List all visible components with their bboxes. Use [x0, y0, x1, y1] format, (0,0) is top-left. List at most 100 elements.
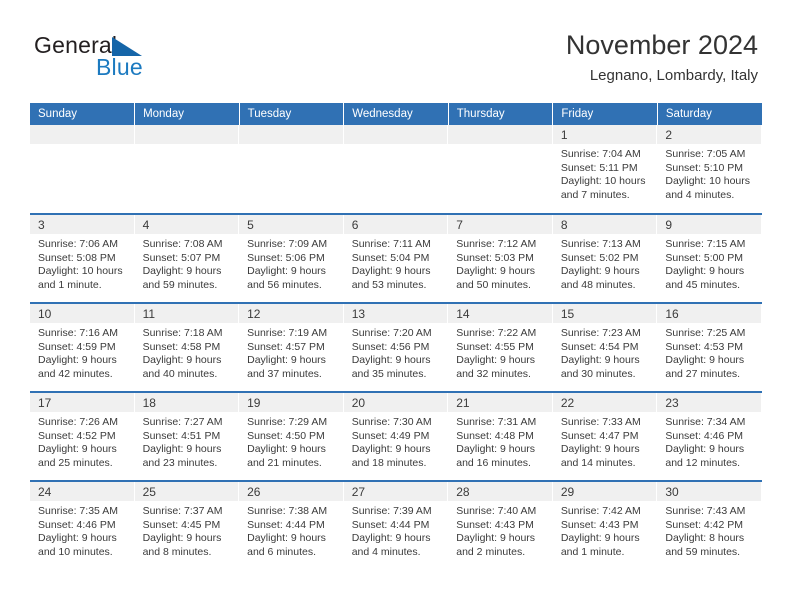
sunrise-time: Sunrise: 7:37 AM	[142, 505, 223, 517]
day-cell-inner: 24 Sunrise: 7:35 AM Sunset: 4:46 PM Dayligh…	[30, 482, 135, 570]
calendar-week-row: 24 Sunrise: 7:35 AM Sunset: 4:46 PM Dayligh…	[30, 480, 762, 570]
daylight-duration-line1: Daylight: 9 hours	[142, 354, 222, 367]
calendar-day-cell[interactable]: 25 Sunrise: 7:37 AM Sunset: 4:45 PM Dayligh…	[134, 480, 240, 570]
calendar-day-cell[interactable]: 4 Sunrise: 7:08 AM Sunset: 5:07 PM Daylight…	[134, 213, 240, 303]
calendar-day-cell[interactable]: 24 Sunrise: 7:35 AM Sunset: 4:46 PM Dayligh…	[30, 480, 135, 570]
calendar-day-cell[interactable]: 18 Sunrise: 7:27 AM Sunset: 4:51 PM Dayligh…	[134, 391, 240, 481]
sunrise-time: Sunrise: 7:19 AM	[247, 327, 328, 339]
sunset-time: Sunset: 4:48 PM	[456, 429, 534, 442]
daylight-duration-line2: and 6 minutes.	[247, 545, 317, 558]
calendar-day-cell[interactable]: 22 Sunrise: 7:33 AM Sunset: 4:47 PM Dayligh…	[552, 391, 658, 481]
day-number	[448, 125, 552, 144]
daylight-duration-line1: Daylight: 10 hours	[560, 175, 646, 188]
sunrise-time: Sunrise: 7:25 AM	[665, 327, 746, 339]
day-cell-inner: 29 Sunrise: 7:42 AM Sunset: 4:43 PM Dayligh…	[552, 482, 658, 570]
calendar-day-cell[interactable]: 12 Sunrise: 7:19 AM Sunset: 4:57 PM Dayligh…	[239, 302, 344, 392]
calendar-day-cell[interactable]: 20 Sunrise: 7:30 AM Sunset: 4:49 PM Dayligh…	[343, 391, 449, 481]
day-cell-details: Sunrise: 7:27 AM Sunset: 4:51 PM Daylight:…	[135, 412, 239, 470]
day-cell-details: Sunrise: 7:31 AM Sunset: 4:48 PM Daylight:…	[448, 412, 552, 470]
sunset-time: Sunset: 5:11 PM	[560, 161, 638, 174]
calendar-day-cell[interactable]: 30 Sunrise: 7:43 AM Sunset: 4:42 PM Dayligh…	[657, 480, 762, 570]
daylight-duration-line1: Daylight: 9 hours	[560, 443, 640, 456]
calendar-day-cell[interactable]: 14 Sunrise: 7:22 AM Sunset: 4:55 PM Dayligh…	[448, 302, 553, 392]
daylight-duration-line1: Daylight: 8 hours	[665, 532, 745, 545]
daylight-duration-line1: Daylight: 10 hours	[665, 175, 751, 188]
daylight-duration-line1: Daylight: 9 hours	[351, 532, 431, 545]
day-number: 17	[30, 393, 134, 412]
daylight-duration-line1: Daylight: 9 hours	[142, 443, 222, 456]
day-number: 2	[657, 125, 761, 144]
calendar-day-cell[interactable]: 6 Sunrise: 7:11 AM Sunset: 5:04 PM Daylight…	[343, 213, 449, 303]
day-number: 24	[30, 482, 134, 501]
calendar-day-cell[interactable]: 10 Sunrise: 7:16 AM Sunset: 4:59 PM Dayligh…	[30, 302, 135, 392]
calendar-day-cell[interactable]: 17 Sunrise: 7:26 AM Sunset: 4:52 PM Dayligh…	[30, 391, 135, 481]
daylight-duration-line1: Daylight: 9 hours	[247, 443, 326, 456]
daylight-duration-line2: and 2 minutes.	[456, 545, 526, 558]
sunset-time: Sunset: 4:44 PM	[351, 518, 430, 531]
day-cell-inner: 20 Sunrise: 7:30 AM Sunset: 4:49 PM Dayligh…	[343, 393, 449, 480]
calendar-day-cell[interactable]: 8 Sunrise: 7:13 AM Sunset: 5:02 PM Daylight…	[552, 213, 658, 303]
day-cell-inner: 22 Sunrise: 7:33 AM Sunset: 4:47 PM Dayligh…	[552, 393, 658, 480]
calendar-day-cell[interactable]: 19 Sunrise: 7:29 AM Sunset: 4:50 PM Dayligh…	[239, 391, 344, 481]
day-number: 28	[448, 482, 552, 501]
daylight-duration-line1: Daylight: 9 hours	[351, 443, 431, 456]
day-cell-inner: 12 Sunrise: 7:19 AM Sunset: 4:57 PM Dayligh…	[239, 304, 344, 391]
calendar-week-row: 17 Sunrise: 7:26 AM Sunset: 4:52 PM Dayligh…	[30, 391, 762, 481]
calendar-day-cell[interactable]: 13 Sunrise: 7:20 AM Sunset: 4:56 PM Dayligh…	[343, 302, 449, 392]
day-number: 21	[448, 393, 552, 412]
calendar-day-cell[interactable]: 29 Sunrise: 7:42 AM Sunset: 4:43 PM Dayligh…	[552, 480, 658, 570]
day-cell-inner: 27 Sunrise: 7:39 AM Sunset: 4:44 PM Dayligh…	[343, 482, 449, 570]
title-block: November 2024 Legnano, Lombardy, Italy	[566, 28, 758, 87]
daylight-duration-line1: Daylight: 9 hours	[456, 443, 536, 456]
day-cell-inner	[30, 125, 135, 213]
calendar-day-cell[interactable]: 16 Sunrise: 7:25 AM Sunset: 4:53 PM Dayligh…	[657, 302, 762, 392]
day-cell-details: Sunrise: 7:40 AM Sunset: 4:43 PM Daylight:…	[448, 501, 552, 559]
daylight-duration-line1: Daylight: 9 hours	[38, 354, 117, 367]
sunset-time: Sunset: 4:52 PM	[38, 429, 116, 442]
calendar-day-cell[interactable]: 9 Sunrise: 7:15 AM Sunset: 5:00 PM Daylight…	[657, 213, 762, 303]
daylight-duration-line2: and 25 minutes.	[38, 456, 113, 469]
calendar-day-cell[interactable]: 11 Sunrise: 7:18 AM Sunset: 4:58 PM Dayligh…	[134, 302, 240, 392]
day-number: 29	[552, 482, 657, 501]
calendar-day-cell[interactable]: 27 Sunrise: 7:39 AM Sunset: 4:44 PM Dayligh…	[343, 480, 449, 570]
sunrise-time: Sunrise: 7:40 AM	[456, 505, 537, 517]
calendar-day-cell[interactable]: 28 Sunrise: 7:40 AM Sunset: 4:43 PM Dayligh…	[448, 480, 553, 570]
general-blue-logo: General Blue	[34, 32, 234, 88]
day-number: 23	[657, 393, 761, 412]
sunrise-time: Sunrise: 7:38 AM	[247, 505, 328, 517]
calendar-week-row: 1 Sunrise: 7:04 AM Sunset: 5:11 PM Daylight…	[30, 125, 762, 214]
day-cell-inner: 28 Sunrise: 7:40 AM Sunset: 4:43 PM Dayligh…	[448, 482, 553, 570]
sunset-time: Sunset: 5:07 PM	[142, 251, 221, 264]
day-number: 30	[657, 482, 761, 501]
daylight-duration-line2: and 59 minutes.	[142, 278, 218, 291]
daylight-duration-line2: and 21 minutes.	[247, 456, 322, 469]
daylight-duration-line1: Daylight: 9 hours	[560, 265, 640, 278]
day-cell-details: Sunrise: 7:42 AM Sunset: 4:43 PM Daylight:…	[553, 501, 657, 559]
sunset-time: Sunset: 4:43 PM	[456, 518, 534, 531]
daylight-duration-line1: Daylight: 9 hours	[665, 354, 745, 367]
sunrise-time: Sunrise: 7:06 AM	[38, 238, 118, 250]
sunrise-time: Sunrise: 7:16 AM	[38, 327, 118, 339]
calendar-day-cell[interactable]: 23 Sunrise: 7:34 AM Sunset: 4:46 PM Dayligh…	[657, 391, 762, 481]
calendar-day-cell[interactable]: 21 Sunrise: 7:31 AM Sunset: 4:48 PM Dayligh…	[448, 391, 553, 481]
day-number: 19	[239, 393, 343, 412]
day-cell-inner: 23 Sunrise: 7:34 AM Sunset: 4:46 PM Dayligh…	[657, 393, 762, 480]
calendar-day-cell[interactable]: 1 Sunrise: 7:04 AM Sunset: 5:11 PM Daylight…	[552, 125, 658, 214]
calendar-day-cell-empty	[239, 125, 344, 214]
day-number: 9	[657, 215, 761, 234]
calendar-day-cell[interactable]: 2 Sunrise: 7:05 AM Sunset: 5:10 PM Daylight…	[657, 125, 762, 214]
calendar-day-cell[interactable]: 26 Sunrise: 7:38 AM Sunset: 4:44 PM Dayligh…	[239, 480, 344, 570]
daylight-duration-line2: and 59 minutes.	[665, 545, 741, 558]
day-cell-details: Sunrise: 7:33 AM Sunset: 4:47 PM Daylight:…	[553, 412, 657, 470]
weekday-header-monday: Monday	[134, 103, 240, 125]
calendar-day-cell[interactable]: 15 Sunrise: 7:23 AM Sunset: 4:54 PM Dayligh…	[552, 302, 658, 392]
daylight-duration-line2: and 35 minutes.	[351, 367, 427, 380]
day-cell-inner: 16 Sunrise: 7:25 AM Sunset: 4:53 PM Dayligh…	[657, 304, 762, 391]
day-cell-inner: 30 Sunrise: 7:43 AM Sunset: 4:42 PM Dayligh…	[657, 482, 762, 570]
calendar-day-cell[interactable]: 5 Sunrise: 7:09 AM Sunset: 5:06 PM Daylight…	[239, 213, 344, 303]
calendar-day-cell[interactable]: 7 Sunrise: 7:12 AM Sunset: 5:03 PM Daylight…	[448, 213, 553, 303]
sunset-time: Sunset: 4:58 PM	[142, 340, 221, 353]
calendar-day-cell[interactable]: 3 Sunrise: 7:06 AM Sunset: 5:08 PM Daylight…	[30, 213, 135, 303]
daylight-duration-line1: Daylight: 9 hours	[560, 354, 640, 367]
sunrise-time: Sunrise: 7:13 AM	[560, 238, 641, 250]
